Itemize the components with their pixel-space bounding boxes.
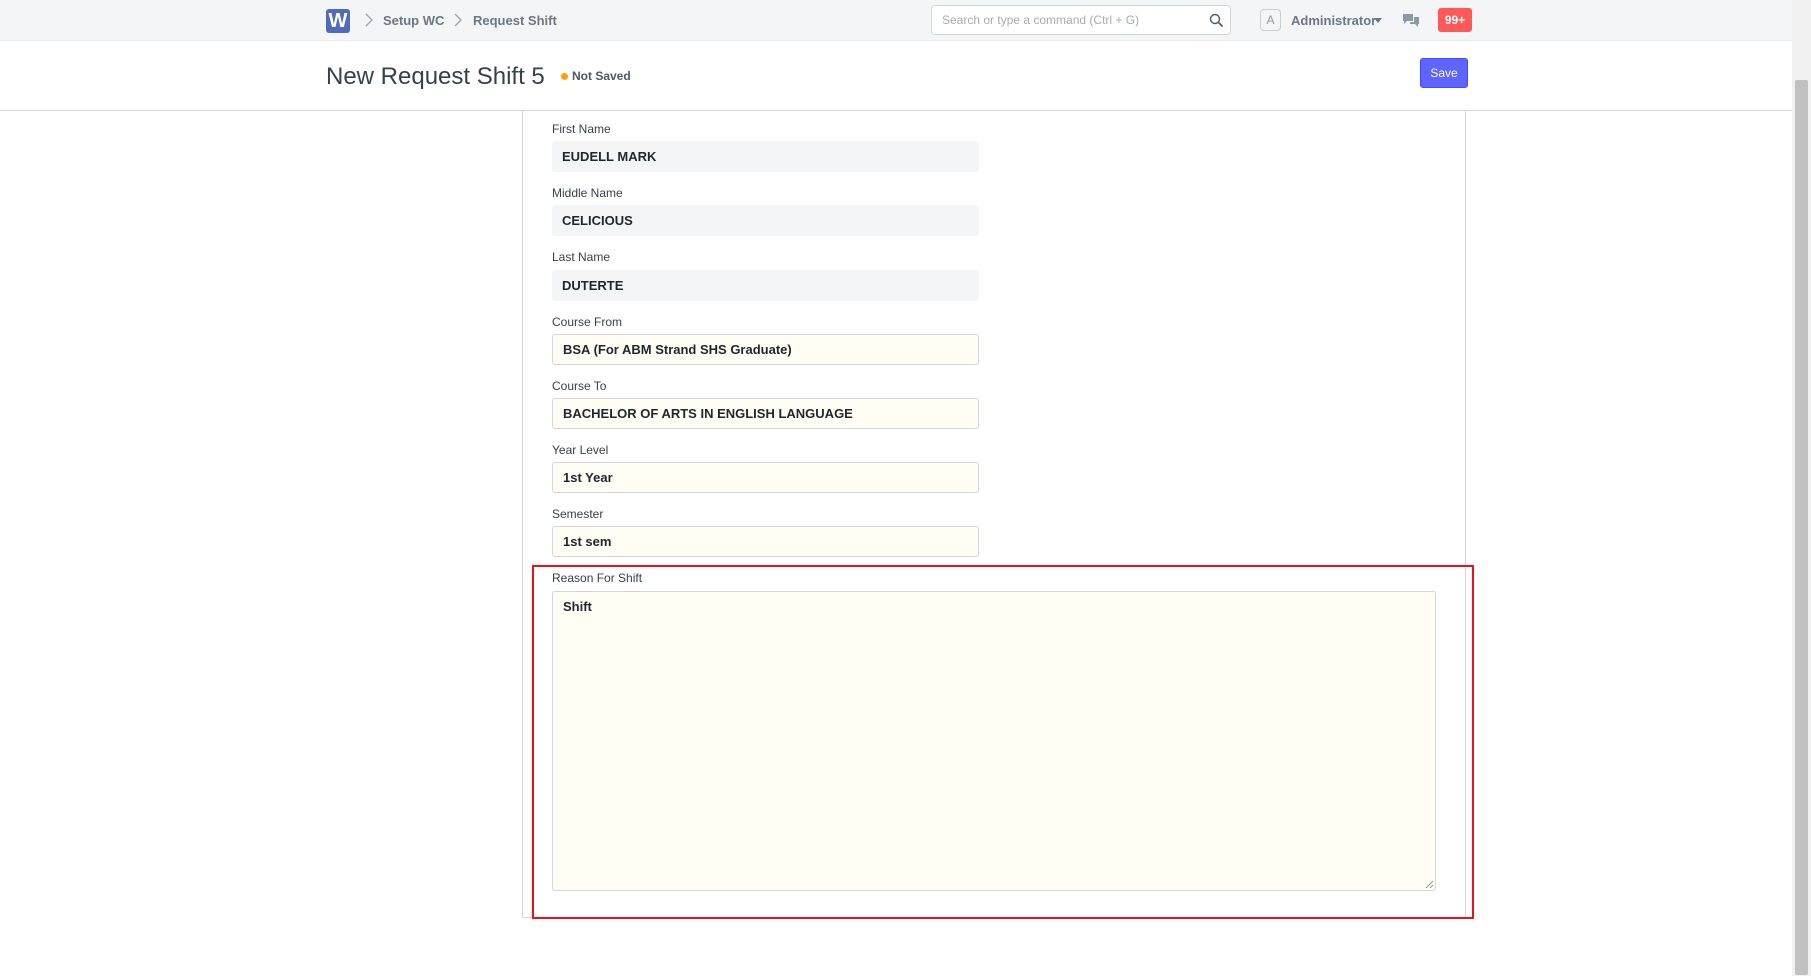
course-from-field[interactable]: BSA (For ABM Strand SHS Graduate) <box>552 334 979 365</box>
first-name-label: First Name <box>552 122 611 136</box>
middle-name-label: Middle Name <box>552 186 623 200</box>
first-name-field: EUDELL MARK <box>552 141 979 172</box>
scrollbar[interactable] <box>1792 0 1811 976</box>
status-indicator <box>561 73 568 80</box>
semester-field[interactable]: 1st sem <box>552 526 979 557</box>
year-level-field[interactable]: 1st Year <box>552 462 979 493</box>
year-level-label: Year Level <box>552 443 609 457</box>
search-icon[interactable] <box>1209 13 1224 28</box>
last-name-field: DUTERTE <box>552 270 979 301</box>
chat-icon[interactable] <box>1402 12 1420 28</box>
status-badge: Not Saved <box>572 69 631 83</box>
save-button[interactable]: Save <box>1420 58 1468 88</box>
scrollbar-thumb[interactable] <box>1795 80 1808 975</box>
avatar[interactable]: A <box>1260 9 1281 31</box>
page-title: New Request Shift 5 <box>326 63 545 90</box>
middle-name-field: CELICIOUS <box>552 205 979 236</box>
semester-label: Semester <box>552 507 604 521</box>
navbar: W Setup WC Request Shift A Administrator… <box>0 0 1792 41</box>
breadcrumb-setup-wc[interactable]: Setup WC <box>383 13 444 28</box>
highlight-box <box>532 565 1474 919</box>
last-name-label: Last Name <box>552 250 611 264</box>
chevron-right-icon <box>454 13 462 27</box>
course-from-label: Course From <box>552 315 623 329</box>
course-to-field[interactable]: BACHELOR OF ARTS IN ENGLISH LANGUAGE <box>552 398 979 429</box>
notifications-badge[interactable]: 99+ <box>1438 8 1472 32</box>
page-head: New Request Shift 5 Not Saved Save <box>0 41 1792 111</box>
search-bar <box>931 5 1231 35</box>
course-to-label: Course To <box>552 379 607 393</box>
app-logo[interactable]: W <box>326 9 350 33</box>
caret-down-icon[interactable] <box>1374 18 1382 23</box>
chevron-right-icon <box>365 13 373 27</box>
breadcrumb-request-shift[interactable]: Request Shift <box>473 13 557 28</box>
user-menu[interactable]: Administrator <box>1291 13 1376 28</box>
search-input[interactable] <box>932 6 1194 34</box>
